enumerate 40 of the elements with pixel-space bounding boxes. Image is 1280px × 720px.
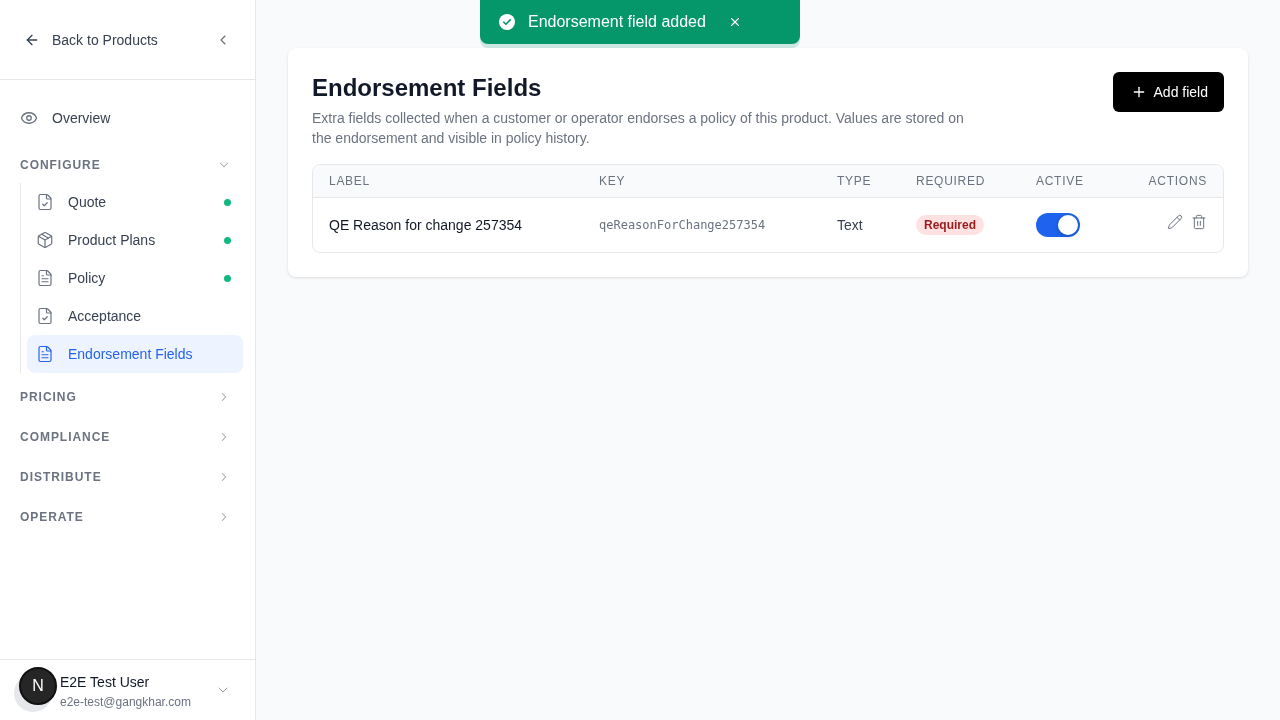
delete-button[interactable]: [1191, 214, 1207, 230]
user-email: e2e-test@gangkhar.com: [60, 694, 192, 710]
pencil-icon: [1167, 214, 1183, 230]
file-check-icon: [36, 193, 54, 211]
page-description: Extra fields collected when a customer or operator endorses a policy of this product. Values are stored on the endorsement and visible in policy history.: [312, 109, 965, 148]
check-circle-icon: [499, 14, 515, 30]
active-toggle[interactable]: [1036, 213, 1080, 237]
section-header[interactable]: CONFIGURE: [0, 147, 255, 183]
add-field-button[interactable]: Add field: [1112, 72, 1224, 112]
section-header[interactable]: OPERATE: [0, 497, 255, 537]
table-cell-text: Text: [837, 216, 863, 235]
nav-item[interactable]: Overview: [0, 98, 255, 138]
nav-item[interactable]: Endorsement Fields: [27, 335, 243, 373]
column-header: ACTIONS: [1148, 173, 1207, 189]
nav-item[interactable]: Quote: [27, 183, 243, 221]
box-icon: [36, 231, 54, 249]
column-header: KEY: [599, 173, 626, 189]
column-header: REQUIRED: [916, 173, 986, 189]
page-title: Endorsement Fields: [312, 73, 543, 103]
column-header: LABEL: [329, 173, 370, 189]
section-header[interactable]: DISTRIBUTE: [0, 457, 255, 497]
trash-icon: [1191, 214, 1207, 230]
column-header: ACTIVE: [1036, 173, 1084, 189]
document-icon: [36, 345, 54, 363]
document-icon: [36, 269, 54, 287]
section-header[interactable]: COMPLIANCE: [0, 417, 255, 457]
user-name: E2E Test User: [60, 673, 151, 692]
nav-item[interactable]: Product Plans: [27, 221, 243, 259]
nav-item[interactable]: Acceptance: [27, 297, 243, 335]
back-link[interactable]: Back to Products: [24, 29, 158, 50]
file-check-icon: [36, 307, 54, 325]
table-cell: qeReasonForChange257354: [599, 217, 766, 233]
toast-message: Endorsement field added: [528, 12, 706, 32]
section-header[interactable]: PRICING: [0, 377, 255, 417]
table-cell-text: QE Reason for change 257354: [329, 216, 523, 235]
edit-button[interactable]: [1167, 214, 1183, 230]
nav-item[interactable]: Policy: [27, 259, 243, 297]
eye-icon: [20, 109, 38, 127]
column-header: TYPE: [837, 173, 872, 189]
required-badge: Required: [916, 215, 984, 235]
